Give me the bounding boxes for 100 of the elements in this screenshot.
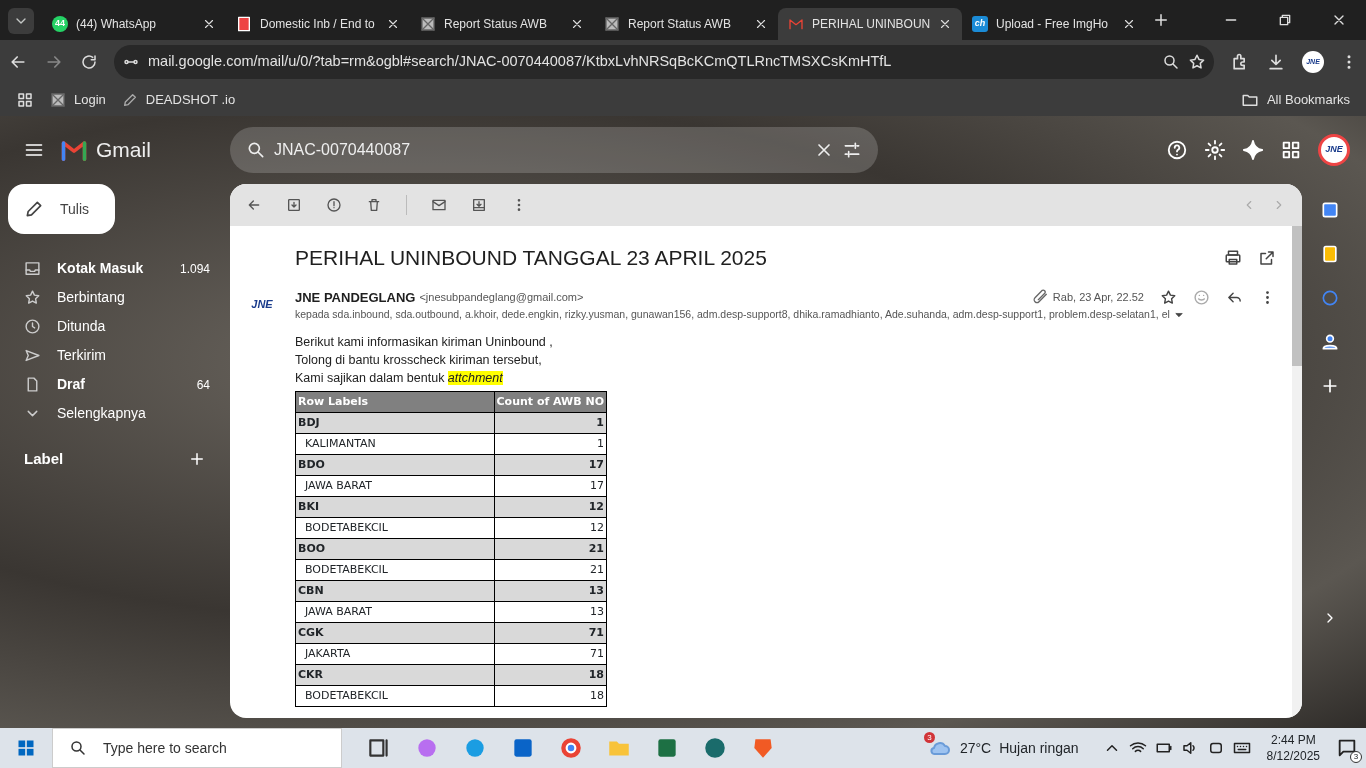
column-header: Count of AWB NO: [494, 391, 607, 413]
nav-item[interactable]: Terkirim: [0, 341, 222, 370]
nav-item[interactable]: Ditunda: [0, 312, 222, 341]
inbox-icon: [24, 260, 41, 277]
contacts-icon[interactable]: [1320, 332, 1340, 352]
compose-button[interactable]: Tulis: [8, 184, 115, 234]
nav-item[interactable]: Kotak Masuk 1.094: [0, 254, 222, 283]
temperature: 27°C: [959, 738, 992, 758]
restore-icon[interactable]: [1277, 12, 1293, 28]
browser-tab[interactable]: Report Status AWB: [410, 8, 594, 40]
count-cell: 18: [494, 664, 607, 686]
open-new-window-icon[interactable]: [1258, 248, 1276, 267]
all-bookmarks-link[interactable]: All Bookmarks: [1266, 90, 1350, 110]
site-logo: ch: [972, 16, 988, 32]
document-icon: [236, 16, 252, 32]
clock[interactable]: 2:44 PM 8/12/2025: [1266, 732, 1320, 764]
whatsapp-icon: 44: [52, 16, 68, 32]
close-icon[interactable]: [754, 17, 768, 31]
tab-list-button[interactable]: [8, 8, 34, 34]
close-icon[interactable]: [570, 17, 584, 31]
group-label: CBN: [295, 580, 494, 602]
note-icon[interactable]: [1320, 244, 1340, 264]
delete-icon[interactable]: [366, 197, 382, 213]
clock-icon: [24, 318, 41, 335]
pencil-icon: [24, 199, 44, 219]
zoom-icon[interactable]: [1162, 53, 1180, 71]
close-icon[interactable]: [1122, 17, 1136, 31]
region-label: BODETABEKCIL: [295, 559, 494, 581]
report-icon[interactable]: [326, 197, 342, 213]
tab-title: Domestic Inb / End to: [260, 16, 376, 33]
back-icon[interactable]: [246, 197, 262, 213]
taskbar-search-field[interactable]: Type here to search: [52, 728, 342, 768]
email-date: Rab, 23 Apr, 22.52: [1052, 290, 1144, 305]
pen-icon: [121, 92, 138, 108]
sender-email: <jnesubpandeglang@gmail.com>: [419, 290, 584, 305]
count-cell: 12: [494, 496, 607, 518]
settings-icon[interactable]: [1204, 139, 1226, 161]
sender-logo: JNE: [250, 296, 274, 308]
body-text: Tolong di bantu krosscheck kiriman tersebut,: [295, 351, 543, 369]
sparkle-icon[interactable]: [1242, 139, 1264, 161]
region-label: BODETABEKCIL: [295, 517, 494, 539]
group-label: CKR: [295, 664, 494, 686]
archive-icon[interactable]: [286, 197, 302, 213]
tab-title: (44) WhatsApp: [76, 16, 158, 33]
chrome-icon[interactable]: [558, 735, 584, 761]
account-avatar[interactable]: JNE: [1318, 134, 1350, 166]
group-label: BDO: [295, 454, 494, 476]
group-label: BKI: [295, 496, 494, 518]
count-cell: 21: [494, 538, 607, 560]
browser-tab[interactable]: ch Upload - Free ImgHo: [962, 8, 1146, 40]
bookmark-link[interactable]: DEADSHOT .io: [145, 90, 236, 110]
scrollbar[interactable]: [1292, 226, 1302, 718]
tab-title: PERIHAL UNINBOUN: [812, 16, 931, 33]
new-tab-icon[interactable]: [1152, 11, 1170, 29]
print-icon[interactable]: [1224, 248, 1242, 267]
search-field[interactable]: JNAC-0070440087: [230, 127, 878, 173]
recipients-list: kepada sda.inbound, sda.outbound, a.khoir, dede.engkin, rizky.yusman, gunawan156, adm.desp-support8, dhika.ramadhianto, Ade.suhanda, adm.desp-support1, problem.desp-selatan1, el: [295, 307, 1170, 323]
browser-tab[interactable]: Report Status AWB: [594, 8, 778, 40]
start-icon[interactable]: [16, 738, 36, 758]
group-label: CGK: [295, 622, 494, 644]
body-text: Kami sajikan dalam bentuk attchment: [295, 369, 504, 387]
nav-item[interactable]: Selengkapnya: [0, 399, 222, 428]
count-cell: 17: [494, 454, 607, 476]
notification-badge: 3: [1350, 751, 1362, 764]
image-icon: [50, 92, 66, 108]
search-icon: [69, 739, 87, 757]
address-bar[interactable]: mail.google.com/mail/u/0/?tab=rm&ogbl#search/JNAC-0070440087/KtbxLvhNRSqBcKCmQTLRncTMSXCsKmHTfL: [114, 45, 1214, 79]
tab-title: Report Status AWB: [628, 16, 732, 33]
help-icon[interactable]: [1166, 139, 1188, 161]
browser-tab[interactable]: PERIHAL UNINBOUN: [778, 8, 962, 40]
nav-item[interactable]: Draf 64: [0, 370, 222, 399]
send-icon: [24, 347, 41, 364]
close-icon[interactable]: [386, 17, 400, 31]
region-label: JAKARTA: [295, 643, 494, 665]
download-icon[interactable]: [1266, 52, 1286, 72]
region-label: JAWA BARAT: [295, 601, 494, 623]
mail-icon[interactable]: [431, 197, 447, 213]
search-icon: [246, 140, 266, 160]
apps-icon[interactable]: [1280, 139, 1302, 161]
browser-tab[interactable]: Domestic Inb / End to: [226, 8, 410, 40]
star-icon[interactable]: [1160, 288, 1177, 306]
image-icon: [420, 16, 436, 32]
close-icon[interactable]: [202, 17, 216, 31]
nav-item[interactable]: Berbintang: [0, 283, 222, 312]
column-header: Row Labels: [295, 391, 494, 413]
group-label: BOO: [295, 538, 494, 560]
bookmark-link[interactable]: Login: [74, 90, 106, 110]
count-cell: 13: [494, 601, 607, 623]
weather-condition: Hujan ringan: [999, 738, 1079, 758]
browser-tab[interactable]: 44 (44) WhatsApp: [42, 8, 226, 40]
star-icon: [24, 289, 41, 306]
region-label: BODETABEKCIL: [295, 685, 494, 707]
count-cell: 1: [494, 433, 607, 455]
move-icon[interactable]: [471, 197, 487, 213]
count-cell: 21: [494, 559, 607, 581]
apps-icon[interactable]: [16, 91, 34, 109]
bookmark-star-icon[interactable]: [1188, 53, 1206, 71]
filter-icon[interactable]: [842, 140, 862, 160]
reload-icon[interactable]: [80, 53, 98, 71]
region-label: JAWA BARAT: [295, 475, 494, 497]
